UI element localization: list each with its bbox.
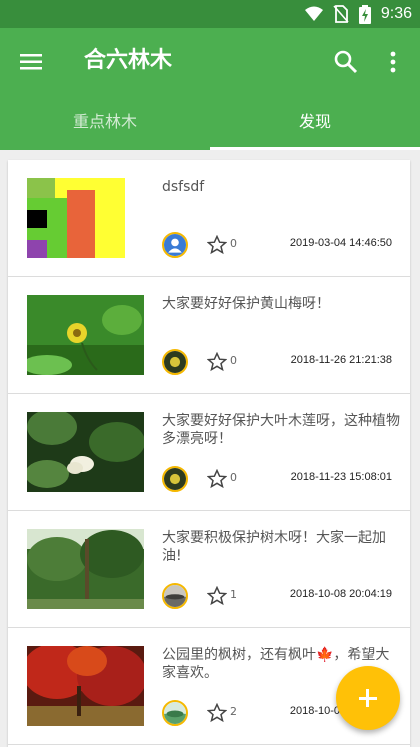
- list-item[interactable]: dsfsdf 0 2019-03-04 14:46:50: [8, 160, 410, 277]
- post-date: 2018-10-08 20:04:19: [289, 588, 392, 600]
- like-count: 1: [230, 588, 237, 601]
- user-avatar[interactable]: [162, 349, 188, 375]
- tab-bar: 重点林木 发现: [0, 94, 420, 150]
- post-thumbnail: [27, 646, 144, 726]
- add-post-button[interactable]: [336, 666, 400, 730]
- battery-charging-icon: [358, 4, 371, 24]
- post-thumbnail: [27, 412, 144, 492]
- post-thumbnail: [27, 529, 144, 609]
- status-bar: 9:36: [0, 0, 420, 28]
- post-text: dsfsdf: [162, 179, 205, 195]
- post-thumbnail: [27, 295, 144, 375]
- status-time: 9:36: [380, 5, 412, 22]
- post-list[interactable]: dsfsdf 0 2019-03-04 14:46:50 大家要好好保护黄山梅呀…: [8, 160, 410, 747]
- more-vert-icon[interactable]: [384, 48, 402, 76]
- star-icon[interactable]: [207, 235, 227, 255]
- star-icon[interactable]: [207, 469, 227, 489]
- user-avatar[interactable]: [162, 466, 188, 492]
- wifi-icon: [304, 6, 323, 21]
- list-item[interactable]: 大家要好好保护黄山梅呀！ 0 2018-11-26 21:21:38: [8, 277, 410, 394]
- post-date: 2019-03-04 14:46:50: [289, 237, 392, 249]
- like-count: 0: [230, 471, 237, 484]
- post-text: 大家要积极保护树木呀！大家一起加油!: [162, 530, 386, 564]
- star-icon[interactable]: [207, 703, 227, 723]
- star-icon[interactable]: [207, 586, 227, 606]
- tab-discover[interactable]: 发现: [210, 94, 420, 150]
- post-thumbnail: [27, 178, 144, 258]
- post-date: 2018-11-26 21:21:38: [290, 354, 392, 366]
- post-text: 大家要好好保护黄山梅呀！: [162, 296, 330, 312]
- tab-key-trees[interactable]: 重点林木: [0, 94, 210, 150]
- like-count: 2: [230, 705, 237, 718]
- user-avatar[interactable]: [162, 232, 188, 258]
- post-text: 大家要好好保护大叶木莲呀，这种植物多漂亮呀！: [162, 413, 400, 447]
- star-icon[interactable]: [207, 352, 227, 372]
- list-item[interactable]: 大家要好好保护大叶木莲呀，这种植物多漂亮呀！ 0 2018-11-23 15:0…: [8, 394, 410, 511]
- user-avatar[interactable]: [162, 700, 188, 726]
- search-icon[interactable]: [332, 48, 360, 76]
- list-item[interactable]: 大家要积极保护树木呀！大家一起加油! 1 2018-10-08 20:04:19: [8, 511, 410, 628]
- app-bar: 合六林木: [0, 28, 420, 94]
- like-count: 0: [230, 237, 237, 250]
- no-sim-icon: [333, 5, 349, 23]
- app-title: 合六林木: [84, 48, 173, 73]
- like-count: 0: [230, 354, 237, 367]
- user-avatar[interactable]: [162, 583, 188, 609]
- post-date: 2018-11-23 15:08:01: [290, 471, 392, 483]
- menu-icon[interactable]: [18, 48, 46, 76]
